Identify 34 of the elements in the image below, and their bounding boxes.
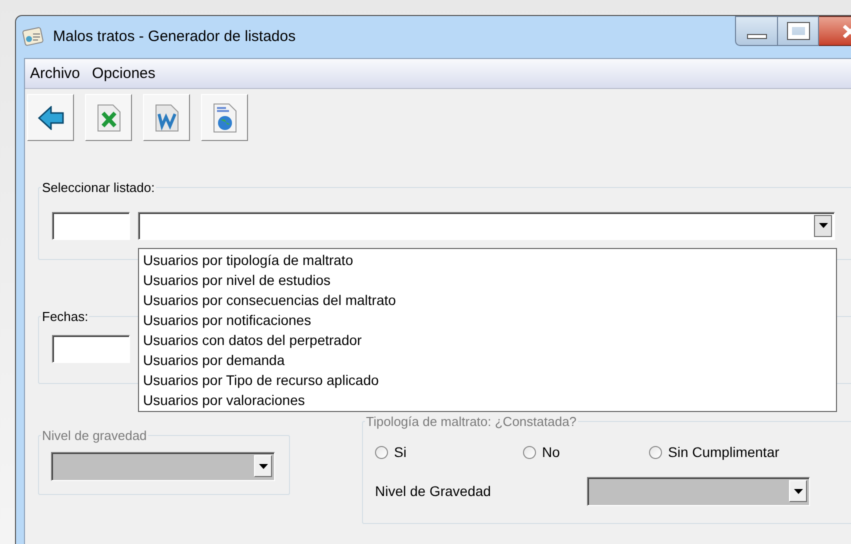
maximize-button[interactable] <box>778 16 819 46</box>
window-title: Malos tratos - Generador de listados <box>53 26 296 47</box>
close-button[interactable] <box>819 16 851 46</box>
toolbar-button[interactable] <box>27 94 74 141</box>
field-label: Nivel de Gravedad <box>375 482 492 500</box>
menu-item[interactable]: Archivo <box>28 62 82 85</box>
caret-down-icon <box>258 464 268 468</box>
date-input[interactable] <box>52 334 130 362</box>
document-file-icon <box>154 104 178 132</box>
menu-item[interactable]: Opciones <box>90 62 158 85</box>
dropdown-option[interactable]: Usuarios por nivel de estudios <box>139 270 836 290</box>
dropdown-option[interactable]: Usuarios por valoraciones <box>139 390 836 410</box>
caret-down-icon <box>818 223 828 228</box>
dropdown-option[interactable]: Usuarios con datos del perpetrador <box>139 330 836 350</box>
toolbar-button[interactable] <box>143 94 190 141</box>
caret-down-icon <box>794 488 802 494</box>
web-page-icon <box>212 102 236 132</box>
dropdown-button[interactable] <box>814 214 832 236</box>
minimize-button[interactable] <box>735 16 778 46</box>
listado-combo[interactable] <box>138 212 835 240</box>
group-title: Tipología de maltrato: ¿Constatada? <box>365 413 578 431</box>
dropdown-option[interactable]: Usuarios por consecuencias del maltrato <box>139 290 836 310</box>
dropdown-option[interactable]: Usuarios por tipología de maltrato <box>139 250 836 270</box>
dropdown-option[interactable]: Usuarios por Tipo de recurso aplicado <box>139 370 836 390</box>
group-title: Nivel de gravedad <box>41 427 148 445</box>
group-title: Fechas: <box>41 308 90 326</box>
group-title: Seleccionar listado: <box>41 179 156 197</box>
app-icon <box>21 27 45 47</box>
dropdown-option[interactable]: Usuarios por notificaciones <box>139 310 836 330</box>
spreadsheet-file-icon <box>96 104 120 132</box>
dropdown-option[interactable]: Usuarios por demanda <box>139 350 836 370</box>
toolbar-button[interactable] <box>201 94 248 141</box>
left-arrow-icon <box>38 106 64 130</box>
code-input[interactable] <box>52 212 130 240</box>
